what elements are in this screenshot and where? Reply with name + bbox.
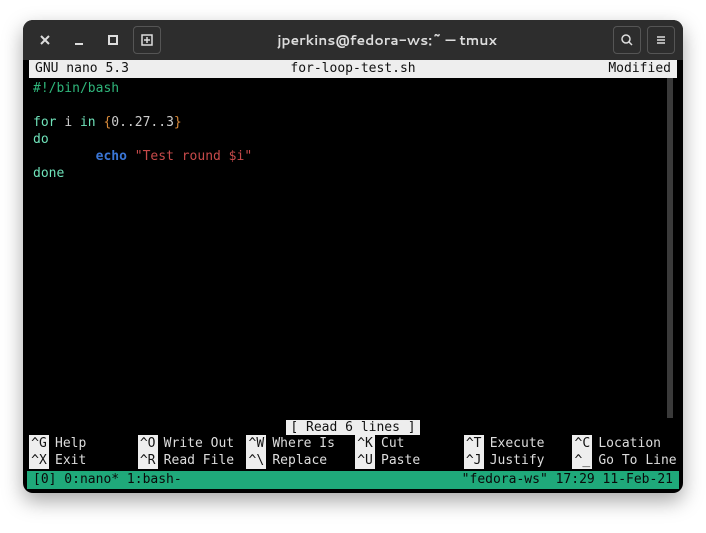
shortcut-key: ^C: [572, 435, 592, 452]
new-tab-button[interactable]: [133, 26, 161, 54]
shortcut-key: ^R: [138, 452, 158, 469]
shortcut-key: ^K: [355, 435, 375, 452]
shortcut-label: Cut: [381, 435, 404, 452]
nano-shortcuts: ^G Help ^O Write Out ^W Where Is ^K Cut ^T Execut…: [23, 435, 683, 471]
range: 0..27..3: [111, 115, 174, 130]
shortcut-label: Location: [598, 435, 661, 452]
tmux-left: [0] 0:nano* 1:bash-: [33, 471, 462, 489]
shortcut: ^X Exit: [29, 452, 134, 469]
close-button[interactable]: [31, 26, 59, 54]
shortcut: ^_ Go To Line: [572, 452, 677, 469]
shortcut-label: Write Out: [164, 435, 234, 452]
kw-do: do: [33, 132, 49, 147]
shortcut: ^W Where Is: [246, 435, 351, 452]
shortcut: ^J Justify: [464, 452, 569, 469]
shortcut-label: Justify: [490, 452, 545, 469]
maximize-button[interactable]: [99, 26, 127, 54]
nano-header: GNU nano 5.3 for-loop-test.sh Modified: [29, 60, 677, 78]
kw-done: done: [33, 166, 64, 181]
shortcut: ^U Paste: [355, 452, 460, 469]
nano-status: [ Read 6 lines ]: [23, 420, 683, 435]
shortcut-label: Replace: [272, 452, 327, 469]
shortcut-key: ^J: [464, 452, 484, 469]
shortcut-key: ^W: [246, 435, 266, 452]
shortcut: ^K Cut: [355, 435, 460, 452]
status-text: [ Read 6 lines ]: [286, 420, 419, 435]
terminal-window: jperkins@fedora-ws:~ — tmux GNU nano 5.3…: [23, 20, 683, 493]
shortcut-label: Go To Line: [598, 452, 676, 469]
var-i: i: [64, 115, 72, 130]
shortcut-label: Paste: [381, 452, 420, 469]
shortcut: ^O Write Out: [138, 435, 243, 452]
shortcut-label: Execute: [490, 435, 545, 452]
nano-state: Modified: [461, 60, 671, 78]
editor-area[interactable]: #!/bin/bash for i in {0..27..3} do echo …: [23, 78, 673, 418]
titlebar: jperkins@fedora-ws:~ — tmux: [23, 20, 683, 60]
shortcut-label: Where Is: [272, 435, 335, 452]
brace-close: }: [174, 115, 182, 130]
search-button[interactable]: [613, 26, 641, 54]
menu-button[interactable]: [647, 26, 675, 54]
shortcut-key: ^O: [138, 435, 158, 452]
shortcut-key: ^X: [29, 452, 49, 469]
shortcut: ^R Read File: [138, 452, 243, 469]
shortcut: ^G Help: [29, 435, 134, 452]
shortcut-label: Exit: [55, 452, 86, 469]
shortcut-key: ^T: [464, 435, 484, 452]
window-title: jperkins@fedora-ws:~ — tmux: [161, 30, 613, 50]
minimize-button[interactable]: [65, 26, 93, 54]
cmd-echo: echo: [96, 149, 127, 164]
nano-version: GNU nano 5.3: [35, 60, 245, 78]
shortcut: ^\ Replace: [246, 452, 351, 469]
indent: [33, 149, 96, 164]
kw-in: in: [80, 115, 96, 130]
string: "Test round $i": [135, 149, 252, 164]
shortcut-label: Help: [55, 435, 86, 452]
shortcut-key: ^U: [355, 452, 375, 469]
tmux-right: "fedora-ws" 17:29 11-Feb-21: [462, 471, 673, 489]
shebang: #!/bin/bash: [33, 81, 119, 96]
shortcut: ^T Execute: [464, 435, 569, 452]
shortcut-label: Read File: [164, 452, 234, 469]
shortcut: ^C Location: [572, 435, 677, 452]
tmux-status-bar: [0] 0:nano* 1:bash- "fedora-ws" 17:29 11…: [27, 471, 679, 489]
shortcut-key: ^\: [246, 452, 266, 469]
nano-filename: for-loop-test.sh: [245, 60, 461, 78]
shortcut-key: ^G: [29, 435, 49, 452]
kw-for: for: [33, 115, 56, 130]
shortcut-key: ^_: [572, 452, 592, 469]
